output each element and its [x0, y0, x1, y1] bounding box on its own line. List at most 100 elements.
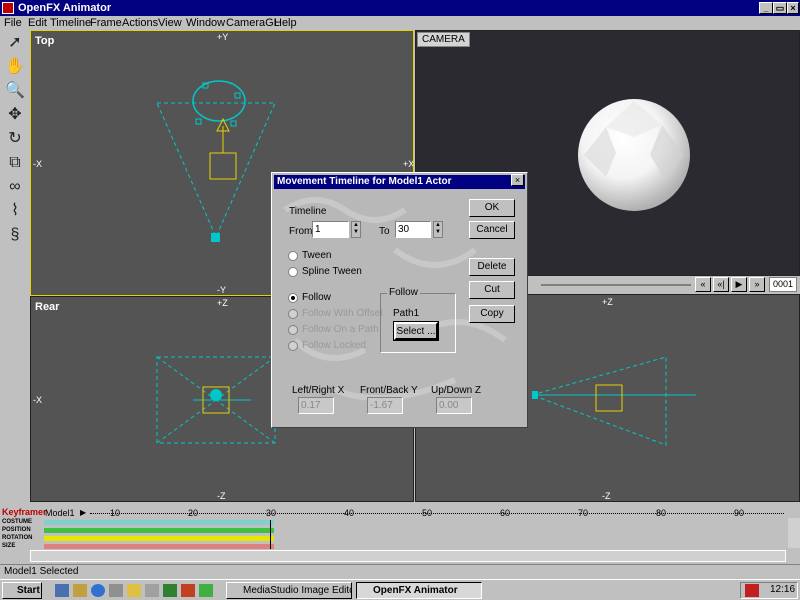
actor-expand-icon[interactable]: ▶ [80, 508, 86, 517]
menu-file[interactable]: File [4, 16, 22, 30]
end-key-marker[interactable] [270, 520, 275, 549]
follow-label: Follow [302, 292, 331, 303]
dialog-title: Movement Timeline for Model1 Actor [277, 176, 452, 187]
media-icon[interactable] [199, 584, 213, 597]
tick-label: 50 [422, 508, 433, 518]
browser-icon[interactable] [91, 584, 105, 597]
task-mediastudio[interactable]: MediaStudio Image Editor [226, 582, 352, 599]
zoom-icon[interactable]: 🔍 [3, 80, 27, 102]
row-label: POSITION [2, 527, 31, 533]
status-text: Model1 Selected [4, 566, 79, 577]
actor-name: Model1 [45, 508, 75, 518]
restore-icon[interactable]: ▭ [773, 2, 787, 14]
green-app-icon[interactable] [163, 584, 177, 597]
rotation-track[interactable] [44, 536, 274, 541]
up-down-label: Up/Down Z [431, 385, 482, 396]
costume-track[interactable] [44, 520, 274, 525]
menu-help[interactable]: Help [274, 16, 297, 30]
to-spinner[interactable]: ▲ ▼ [433, 221, 443, 238]
to-input[interactable]: 30 [395, 221, 431, 238]
row-label: ROTATION [2, 535, 33, 541]
tick-label: 40 [344, 508, 355, 518]
menu-edit[interactable]: Edit [28, 16, 47, 30]
dialog-title-bar: Movement Timeline for Model1 Actor [274, 175, 525, 189]
select-button[interactable]: Select ... [393, 321, 439, 341]
spline-tween-label: Spline Tween [302, 266, 362, 277]
window-title: OpenFX Animator [18, 2, 112, 14]
menu-timeline[interactable]: Timeline [50, 16, 91, 30]
chain-icon[interactable]: § [3, 224, 27, 246]
notepad-icon[interactable] [127, 584, 141, 597]
close-icon[interactable]: × [787, 2, 799, 14]
delete-button[interactable]: Delete [469, 258, 515, 276]
desktop-icon[interactable] [55, 584, 69, 597]
scale-icon[interactable]: ⧉ [3, 152, 27, 174]
camera-label: CAMERA [417, 32, 470, 47]
select-arrow-icon[interactable]: ➚ [3, 32, 27, 54]
rotate-icon[interactable]: ↻ [3, 128, 27, 150]
taskbar: Start MediaStudio Image Editor OpenFX An… [0, 579, 800, 600]
up-down-field[interactable]: 0.00 [436, 397, 472, 414]
follow-on-path-radio[interactable] [288, 325, 298, 335]
minimize-icon[interactable]: _ [759, 2, 773, 14]
move-icon[interactable]: ✥ [3, 104, 27, 126]
cancel-button[interactable]: Cancel [469, 221, 515, 239]
frame-slider[interactable] [541, 284, 691, 286]
timeline-label: Timeline [289, 206, 327, 217]
menu-actions[interactable]: Actions [122, 16, 158, 30]
start-button[interactable]: Start [2, 582, 42, 599]
copy-button[interactable]: Copy [469, 305, 515, 323]
position-track[interactable] [44, 528, 274, 533]
play-button[interactable]: ▶ [731, 277, 747, 292]
tick-label: 80 [656, 508, 667, 518]
task-openfx[interactable]: OpenFX Animator [356, 582, 482, 599]
keyframer-title: Keyframer [2, 507, 47, 517]
tween-radio[interactable] [288, 251, 298, 261]
to-label: To [379, 226, 390, 237]
timeline-hscrollbar[interactable] [30, 550, 786, 562]
spline-tween-radio[interactable] [288, 267, 298, 277]
frame-counter[interactable]: 0001 [769, 277, 797, 292]
menu-frame[interactable]: Frame [90, 16, 122, 30]
pan-hand-icon[interactable]: ✋ [3, 56, 27, 78]
link-icon[interactable]: ∞ [3, 176, 27, 198]
menu-cameragl[interactable]: CameraGL [226, 16, 280, 30]
ok-button[interactable]: OK [469, 199, 515, 217]
step-back-button[interactable]: «| [713, 277, 729, 292]
tray-icon[interactable] [745, 584, 759, 597]
follow-with-offset-radio[interactable] [288, 309, 298, 319]
tick-label: 60 [500, 508, 511, 518]
menu-view[interactable]: View [158, 16, 182, 30]
tick-label: 70 [578, 508, 589, 518]
red-app-icon[interactable] [181, 584, 195, 597]
tween-label: Tween [302, 250, 332, 261]
timeline-vscrollbar[interactable] [788, 518, 800, 548]
tick-label: 10 [110, 508, 121, 518]
follow-radio[interactable] [288, 293, 298, 303]
explorer-icon[interactable] [73, 584, 87, 597]
cut-button[interactable]: Cut [469, 281, 515, 299]
from-spinner[interactable]: ▲ ▼ [351, 221, 361, 238]
follow-locked-label: Follow Locked [302, 340, 366, 351]
forward-button[interactable]: » [749, 277, 765, 292]
left-right-field[interactable]: 0.17 [298, 397, 334, 414]
printer-icon[interactable] [109, 584, 123, 597]
tick-label: 20 [188, 508, 199, 518]
path-icon[interactable]: ⌇ [3, 200, 27, 222]
menu-bar: File Edit Timeline Frame Actions View Wi… [0, 16, 800, 30]
app-icon[interactable] [2, 2, 14, 14]
menu-window[interactable]: Window [186, 16, 225, 30]
follow-locked-radio[interactable] [288, 341, 298, 351]
tick-label: 90 [734, 508, 745, 518]
from-input[interactable]: 1 [312, 221, 349, 238]
tools-icon[interactable] [145, 584, 159, 597]
dialog-close-icon[interactable]: × [511, 174, 524, 186]
left-right-label: Left/Right X [292, 385, 345, 396]
movement-timeline-dialog: Movement Timeline for Model1 Actor × Tim… [271, 172, 528, 428]
size-track[interactable] [44, 544, 274, 549]
from-label: From [289, 226, 313, 237]
rewind-button[interactable]: « [695, 277, 711, 292]
tool-palette: ➚ ✋ 🔍 ✥ ↻ ⧉ ∞ ⌇ § [0, 30, 30, 500]
front-back-field[interactable]: -1.67 [367, 397, 403, 414]
tick-label: 30 [266, 508, 277, 518]
